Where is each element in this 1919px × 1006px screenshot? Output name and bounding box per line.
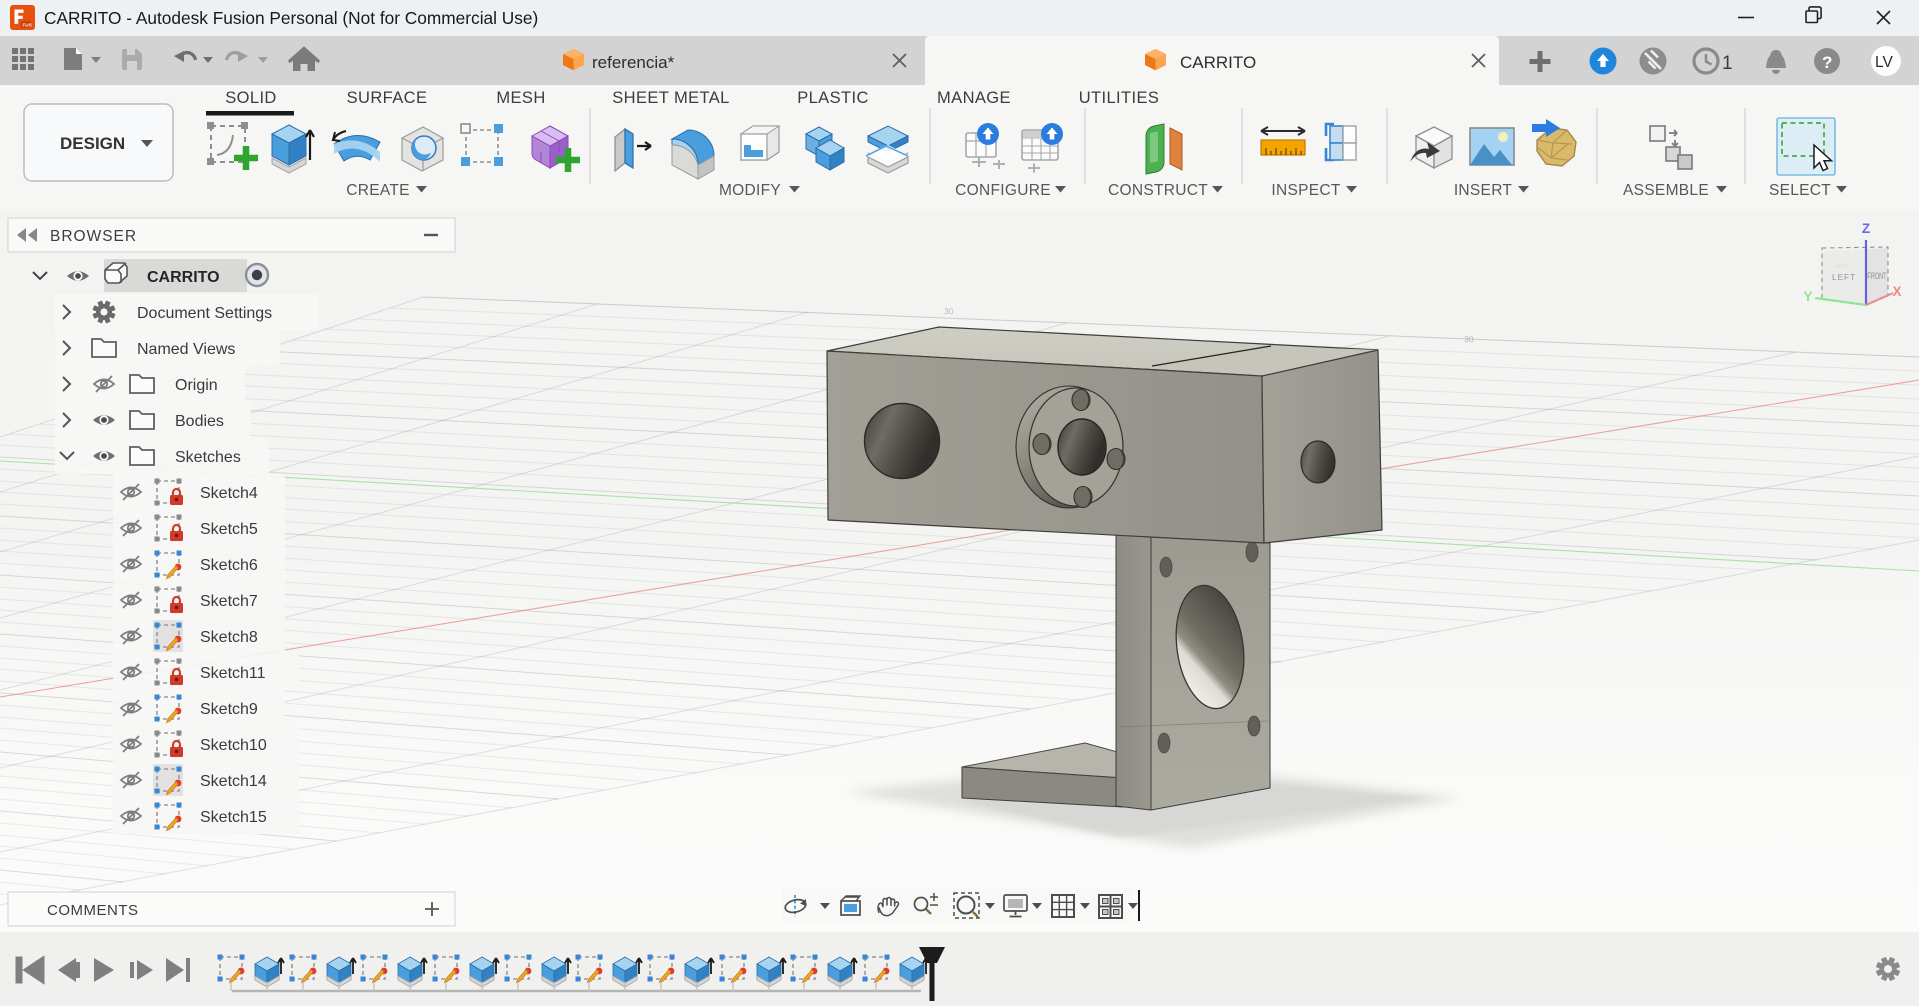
- svg-text:ASSEMBLE: ASSEMBLE: [1623, 182, 1709, 199]
- svg-text:SHEET METAL: SHEET METAL: [612, 89, 729, 107]
- svg-text:?: ?: [1822, 53, 1832, 72]
- svg-text:Sketches: Sketches: [175, 449, 241, 466]
- svg-text:INSPECT: INSPECT: [1271, 182, 1341, 199]
- svg-text:CREATE: CREATE: [346, 182, 410, 199]
- svg-text:CONSTRUCT: CONSTRUCT: [1108, 182, 1208, 199]
- svg-text:referencia*: referencia*: [592, 53, 675, 72]
- svg-text:PLASTIC: PLASTIC: [797, 89, 869, 107]
- svg-text:Sketch6: Sketch6: [200, 557, 258, 574]
- svg-text:SOLID: SOLID: [225, 89, 277, 107]
- svg-text:COMMENTS: COMMENTS: [47, 902, 139, 919]
- svg-text:Named Views: Named Views: [137, 341, 235, 358]
- svg-text:INSERT: INSERT: [1454, 182, 1513, 199]
- svg-text:Sketch7: Sketch7: [200, 593, 258, 610]
- svg-text:Bodies: Bodies: [175, 413, 224, 430]
- svg-text:Sketch15: Sketch15: [200, 809, 267, 826]
- svg-text:Sketch14: Sketch14: [200, 773, 267, 790]
- svg-text:CARRITO: CARRITO: [147, 269, 220, 286]
- svg-text:30: 30: [944, 306, 954, 316]
- svg-text:Sketch11: Sketch11: [200, 665, 266, 682]
- svg-text:FUS: FUS: [23, 22, 32, 27]
- svg-text:MESH: MESH: [496, 89, 545, 107]
- svg-text:CARRITO - Autodesk Fusion Pers: CARRITO - Autodesk Fusion Personal (Not …: [44, 8, 538, 28]
- svg-text:X: X: [1892, 284, 1901, 299]
- svg-text:CARRITO: CARRITO: [1180, 53, 1256, 72]
- svg-text:Z: Z: [1862, 221, 1870, 236]
- svg-text:1: 1: [1722, 53, 1733, 74]
- svg-text:UTILITIES: UTILITIES: [1079, 89, 1160, 107]
- svg-text:MANAGE: MANAGE: [937, 89, 1011, 107]
- svg-text:Sketch4: Sketch4: [200, 485, 258, 502]
- svg-text:LV: LV: [1875, 54, 1893, 71]
- svg-text:Sketch10: Sketch10: [200, 737, 267, 754]
- svg-text:CONFIGURE: CONFIGURE: [955, 182, 1051, 199]
- svg-text:SELECT: SELECT: [1769, 182, 1831, 199]
- svg-text:Document Settings: Document Settings: [137, 305, 272, 322]
- svg-text:30: 30: [1464, 334, 1474, 344]
- svg-text:Sketch9: Sketch9: [200, 701, 258, 718]
- svg-text:Sketch8: Sketch8: [200, 629, 258, 646]
- svg-text:Sketch5: Sketch5: [200, 521, 258, 538]
- svg-text:LEFT: LEFT: [1832, 272, 1856, 282]
- svg-text:BROWSER: BROWSER: [50, 228, 137, 245]
- svg-text:SURFACE: SURFACE: [347, 89, 428, 107]
- svg-text:MODIFY: MODIFY: [719, 182, 781, 199]
- svg-text:Origin: Origin: [175, 377, 218, 394]
- svg-text:DESIGN: DESIGN: [60, 134, 125, 153]
- svg-text:FRONT: FRONT: [1867, 271, 1886, 282]
- svg-text:Y: Y: [1803, 289, 1812, 304]
